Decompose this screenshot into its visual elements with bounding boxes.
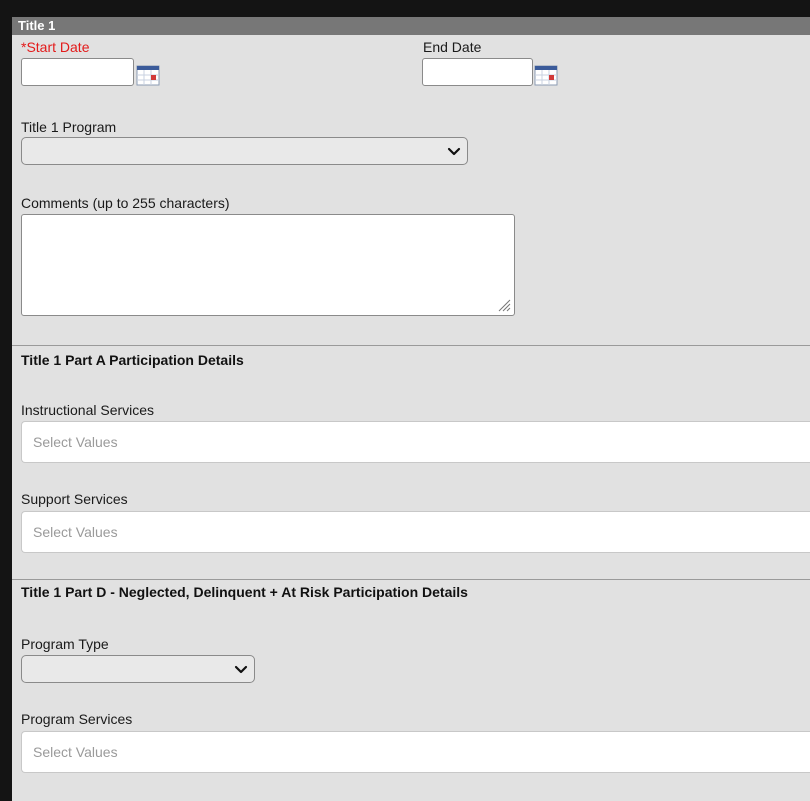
instructional-services-placeholder: Select Values: [33, 434, 118, 450]
instructional-services-select[interactable]: Select Values: [21, 421, 810, 463]
part-a-header: Title 1 Part A Participation Details: [21, 352, 244, 368]
comments-textarea[interactable]: [21, 214, 515, 316]
start-date-label: *Start Date: [21, 39, 90, 55]
program-label: Title 1 Program: [21, 119, 117, 135]
start-date-input[interactable]: [21, 58, 134, 86]
calendar-icon[interactable]: [136, 64, 160, 86]
program-select[interactable]: [21, 137, 468, 165]
comments-label: Comments (up to 255 characters): [21, 195, 230, 211]
program-type-label: Program Type: [21, 636, 109, 652]
title1-panel: Title 1 *Start Date End Date Title 1 Pro…: [12, 17, 810, 801]
program-services-select[interactable]: Select Values: [21, 731, 810, 773]
end-date-label: End Date: [423, 39, 482, 55]
instructional-services-label: Instructional Services: [21, 402, 155, 418]
resize-grip-icon[interactable]: [497, 298, 511, 312]
support-services-placeholder: Select Values: [33, 524, 118, 540]
program-type-select[interactable]: [21, 655, 255, 683]
panel-title: Title 1: [12, 17, 810, 35]
support-services-label: Support Services: [21, 491, 128, 507]
program-services-label: Program Services: [21, 711, 133, 727]
support-services-select[interactable]: Select Values: [21, 511, 810, 553]
part-d-header: Title 1 Part D - Neglected, Delinquent +…: [21, 584, 468, 600]
section-divider: [12, 345, 810, 346]
calendar-icon[interactable]: [534, 64, 558, 86]
chevron-down-icon: [447, 147, 461, 156]
program-services-placeholder: Select Values: [33, 744, 118, 760]
chevron-down-icon: [234, 665, 248, 674]
end-date-input[interactable]: [422, 58, 533, 86]
section-divider: [12, 579, 810, 580]
